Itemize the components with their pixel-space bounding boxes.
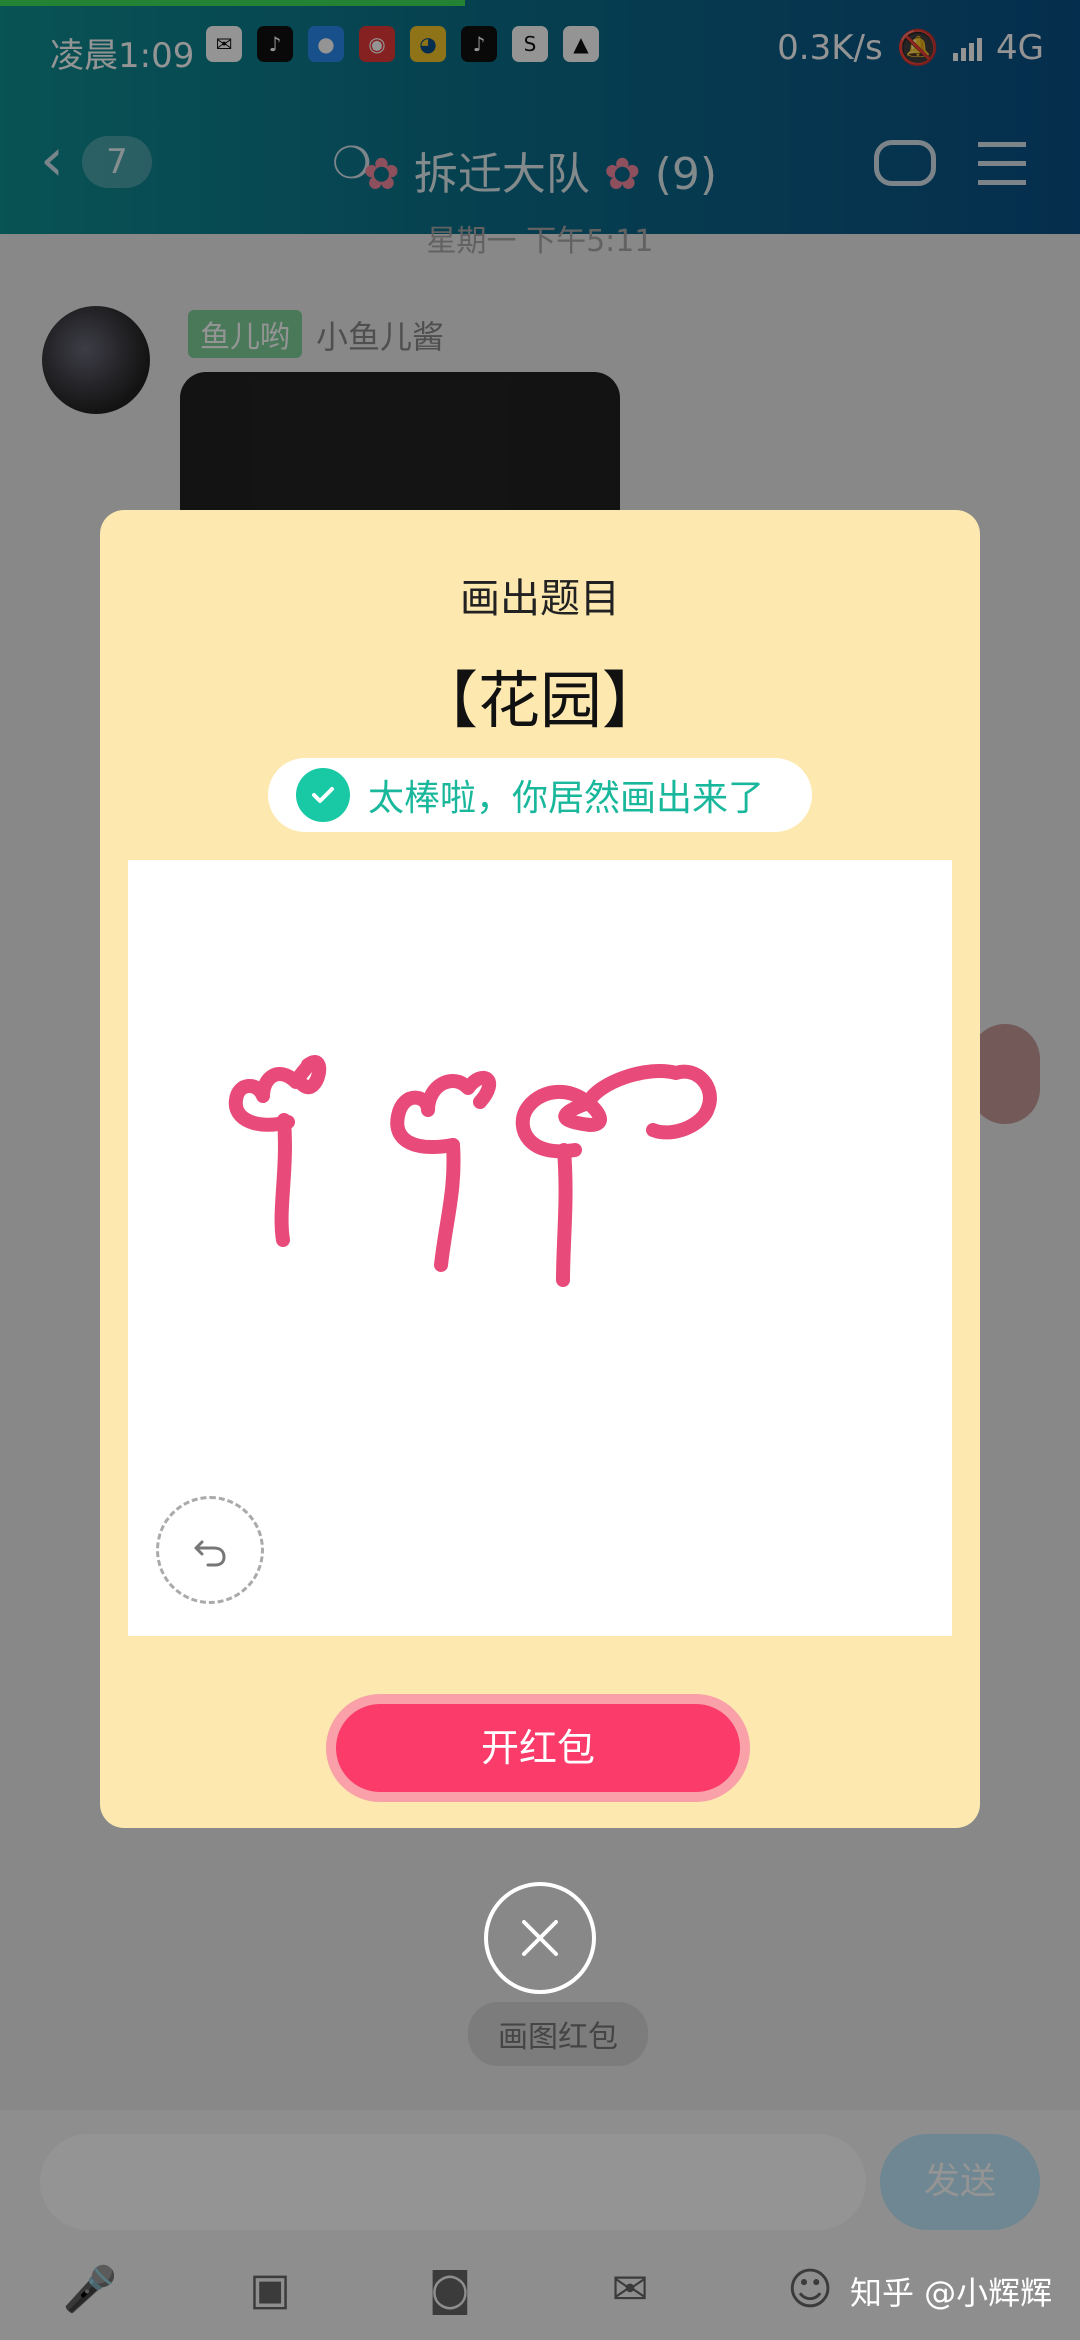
draw-red-packet-modal: 画出题目 【花园】 太棒啦，你居然画出来了 开红包 xyxy=(100,510,980,1828)
stem-stroke xyxy=(434,1138,461,1272)
stem-stroke xyxy=(556,1143,573,1287)
check-icon xyxy=(296,768,350,822)
open-red-packet-button[interactable]: 开红包 xyxy=(326,1694,750,1802)
success-text: 太棒啦，你居然画出来了 xyxy=(368,778,765,819)
drawing-canvas[interactable] xyxy=(128,860,952,1636)
flower-stroke xyxy=(390,1070,497,1154)
success-message: 太棒啦，你居然画出来了 xyxy=(268,758,812,832)
close-icon[interactable] xyxy=(484,1882,596,1994)
flower-stroke xyxy=(558,1096,607,1132)
flower-stroke xyxy=(515,1063,717,1159)
modal-title: 画出题目 xyxy=(460,576,620,622)
watermark: 知乎 @小辉辉 xyxy=(850,2274,1053,2312)
topic-word: 【花园】 xyxy=(415,664,664,737)
flower-stroke xyxy=(228,1058,316,1132)
stem-stroke xyxy=(274,1113,292,1247)
undo-icon[interactable] xyxy=(156,1496,264,1604)
